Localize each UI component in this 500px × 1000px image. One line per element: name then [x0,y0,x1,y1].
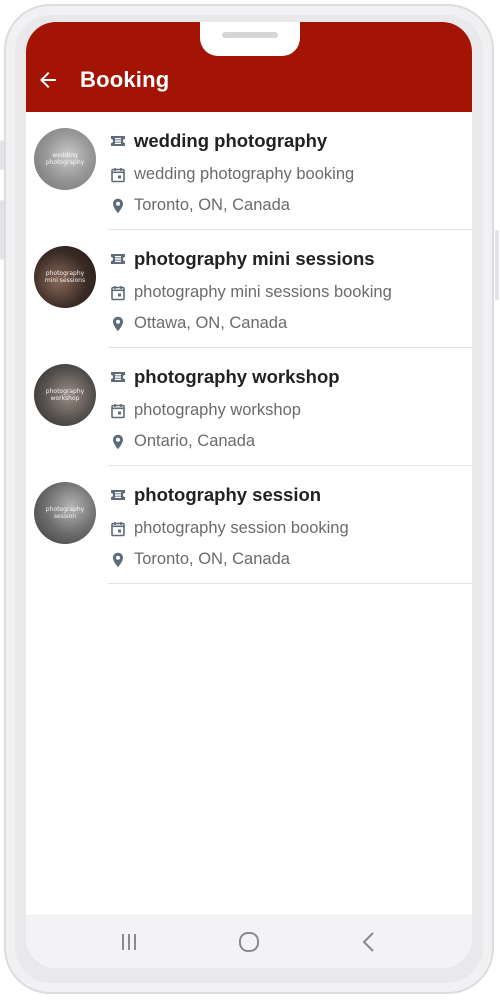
item-location: Toronto, ON, Canada [134,550,290,568]
list-item[interactable]: photography session photography session … [26,466,472,584]
item-description: photography mini sessions booking [134,283,392,301]
home-button[interactable] [236,930,262,954]
back-button[interactable] [36,68,60,92]
back-chevron-icon [362,932,374,952]
thumbnail-caption: photography workshop [45,388,85,402]
recents-icon [122,934,136,950]
avatar: wedding photography [34,128,96,190]
item-location: Toronto, ON, Canada [134,196,290,214]
calendar-icon [111,285,125,300]
list-item[interactable]: photography workshop photography worksho… [26,348,472,466]
item-name: photography mini sessions [134,248,375,269]
map-pin-icon [113,434,123,449]
recents-button[interactable] [116,930,142,954]
item-name: photography workshop [134,366,340,387]
list-item[interactable]: photography mini sessions photography mi… [26,230,472,348]
booking-list: wedding photography wedding photography … [26,112,472,584]
volume-button [0,200,4,260]
item-location: Ontario, Canada [134,432,256,450]
item-name: photography session [134,484,322,505]
thumbnail-caption: photography session [45,506,85,520]
ticket-icon [111,136,125,146]
ticket-icon [111,490,125,500]
item-description: photography session booking [134,519,349,537]
page-title: Booking [80,67,170,92]
avatar: photography workshop [34,364,96,426]
system-nav-bar [26,915,472,968]
avatar: photography mini sessions [34,246,96,308]
map-pin-icon [113,552,123,567]
map-pin-icon [113,198,123,213]
item-name: wedding photography [134,130,328,151]
power-button [495,230,499,300]
item-description: photography workshop [134,401,301,419]
divider [108,583,472,584]
thumbnail-caption: wedding photography [45,152,85,166]
thumbnail-caption: photography mini sessions [44,270,86,284]
ticket-icon [111,254,125,264]
ticket-icon [111,372,125,382]
map-pin-icon [113,316,123,331]
home-icon [239,932,259,952]
item-description: wedding photography booking [134,165,355,183]
app-bar: Booking [26,22,472,112]
calendar-icon [111,521,125,536]
camera-notch [200,22,300,56]
calendar-icon [111,167,125,182]
system-back-button[interactable] [356,930,382,954]
app-screen: Booking wedding photography wedding phot… [26,22,472,968]
speaker-grille [222,32,278,38]
volume-button [0,140,4,170]
arrow-left-icon [40,72,56,88]
item-location: Ottawa, ON, Canada [134,314,288,332]
avatar: photography session [34,482,96,544]
list-item[interactable]: wedding photography wedding photography … [26,112,472,230]
calendar-icon [111,403,125,418]
